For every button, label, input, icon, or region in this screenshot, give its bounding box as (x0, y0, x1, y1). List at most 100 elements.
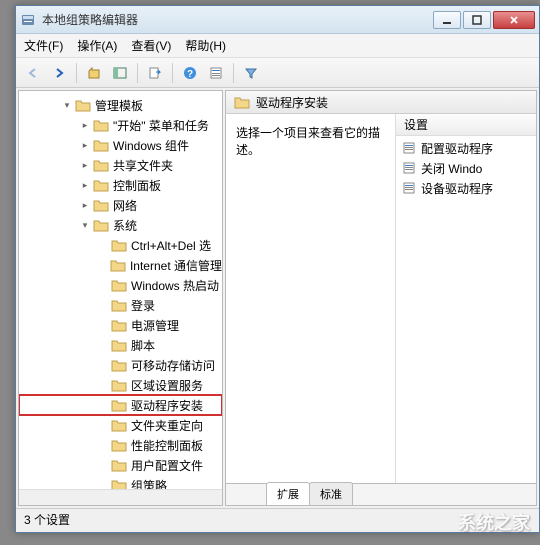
tree-node[interactable]: 登录 (19, 295, 222, 315)
tree-node[interactable]: Windows 热启动 (19, 275, 222, 295)
expand-icon[interactable] (97, 399, 109, 411)
tree-label: 登录 (131, 297, 155, 314)
help-button[interactable]: ? (179, 62, 201, 84)
setting-label: 关闭 Windo (421, 160, 482, 177)
tree-node[interactable]: Ctrl+Alt+Del 选 (19, 235, 222, 255)
collapse-icon[interactable]: ▾ (79, 219, 91, 231)
tree-node[interactable]: 脚本 (19, 335, 222, 355)
up-button[interactable] (83, 62, 105, 84)
tree-label: 管理模板 (95, 97, 143, 114)
status-text: 3 个设置 (24, 511, 70, 528)
expand-icon[interactable] (97, 379, 109, 391)
menubar: 文件(F) 操作(A) 查看(V) 帮助(H) (16, 34, 539, 58)
tree-node-root[interactable]: ▾ 管理模板 (19, 95, 222, 115)
tab-extended[interactable]: 扩展 (266, 482, 310, 505)
tree-label: 可移动存储访问 (131, 357, 215, 374)
menu-action[interactable]: 操作(A) (77, 37, 117, 54)
titlebar[interactable]: 本地组策略编辑器 (16, 6, 539, 34)
folder-icon (111, 458, 127, 472)
toolbar: ? (16, 58, 539, 88)
tree-node[interactable]: 区域设置服务 (19, 375, 222, 395)
folder-icon (75, 98, 91, 112)
tree-label: 系统 (113, 217, 137, 234)
tree-label: 电源管理 (131, 317, 179, 334)
window-title: 本地组策略编辑器 (42, 11, 433, 28)
tree-panel[interactable]: ▾ 管理模板 ▸ "开始" 菜单和任务 ▸ Windows 组件 ▸ 共享文件夹 ▸ 控制面板… (18, 90, 223, 506)
horizontal-scrollbar[interactable] (19, 489, 222, 505)
setting-icon (402, 141, 416, 155)
expand-icon[interactable]: ▸ (79, 119, 91, 131)
expand-icon[interactable] (97, 319, 109, 331)
folder-icon (111, 338, 127, 352)
list-item[interactable]: 关闭 Windo (396, 158, 536, 178)
expand-icon[interactable] (97, 459, 109, 471)
show-hide-tree-button[interactable] (109, 62, 131, 84)
properties-button[interactable] (205, 62, 227, 84)
folder-icon (111, 238, 127, 252)
expand-icon[interactable]: ▸ (79, 199, 91, 211)
close-button[interactable] (493, 11, 535, 29)
statusbar: 3 个设置 (16, 508, 539, 530)
menu-help[interactable]: 帮助(H) (185, 37, 226, 54)
expand-icon[interactable] (97, 259, 108, 271)
tree-label: 共享文件夹 (113, 157, 173, 174)
list-item[interactable]: 设备驱动程序 (396, 178, 536, 198)
expand-icon[interactable] (97, 239, 109, 251)
tree-label: 控制面板 (113, 177, 161, 194)
expand-icon[interactable] (97, 339, 109, 351)
window-buttons (433, 11, 535, 29)
menu-file[interactable]: 文件(F) (24, 37, 63, 54)
minimize-button[interactable] (433, 11, 461, 29)
back-button[interactable] (22, 62, 44, 84)
tree-node[interactable]: 驱动程序安装 (19, 395, 222, 415)
tree-label: Internet 通信管理 (130, 257, 222, 274)
expand-icon[interactable]: ▸ (79, 139, 91, 151)
tree: ▾ 管理模板 ▸ "开始" 菜单和任务 ▸ Windows 组件 ▸ 共享文件夹 ▸ 控制面板… (19, 91, 222, 499)
tree-label: "开始" 菜单和任务 (113, 117, 209, 134)
folder-icon (93, 138, 109, 152)
tree-node[interactable]: ▸ "开始" 菜单和任务 (19, 115, 222, 135)
tree-label: 脚本 (131, 337, 155, 354)
tab-standard[interactable]: 标准 (309, 482, 353, 505)
expand-icon[interactable]: ▸ (79, 159, 91, 171)
settings-column-header[interactable]: 设置 (396, 114, 536, 136)
tree-node[interactable]: ▸ 网络 (19, 195, 222, 215)
expand-icon[interactable]: ▸ (79, 179, 91, 191)
description-column: 选择一个项目来查看它的描述。 (226, 114, 396, 483)
tree-node[interactable]: ▸ 共享文件夹 (19, 155, 222, 175)
folder-icon (111, 298, 127, 312)
tree-node[interactable]: ▸ Windows 组件 (19, 135, 222, 155)
expand-icon[interactable] (97, 359, 109, 371)
description-text: 选择一个项目来查看它的描述。 (236, 126, 380, 157)
tree-node[interactable]: ▾ 系统 (19, 215, 222, 235)
tree-label: 文件夹重定向 (131, 417, 203, 434)
settings-list: 配置驱动程序关闭 Windo设备驱动程序 (396, 136, 536, 200)
export-button[interactable] (144, 62, 166, 84)
tree-node[interactable]: 文件夹重定向 (19, 415, 222, 435)
expand-icon[interactable] (97, 439, 109, 451)
maximize-button[interactable] (463, 11, 491, 29)
expand-icon[interactable] (97, 419, 109, 431)
tree-label: Windows 组件 (113, 137, 189, 154)
tree-node[interactable]: 性能控制面板 (19, 435, 222, 455)
tree-node[interactable]: 用户配置文件 (19, 455, 222, 475)
forward-button[interactable] (48, 62, 70, 84)
svg-text:?: ? (187, 69, 193, 80)
expand-icon[interactable] (97, 299, 109, 311)
expand-icon[interactable] (97, 279, 109, 291)
tree-node[interactable]: 可移动存储访问 (19, 355, 222, 375)
right-header-title: 驱动程序安装 (256, 94, 328, 111)
list-item[interactable]: 配置驱动程序 (396, 138, 536, 158)
tree-node[interactable]: Internet 通信管理 (19, 255, 222, 275)
folder-icon (111, 418, 127, 432)
setting-icon (402, 161, 416, 175)
collapse-icon[interactable]: ▾ (61, 99, 73, 111)
filter-button[interactable] (240, 62, 262, 84)
right-panel: 驱动程序安装 选择一个项目来查看它的描述。 设置 配置驱动程序关闭 Windo设… (225, 90, 537, 506)
tree-label: 网络 (113, 197, 137, 214)
menu-view[interactable]: 查看(V) (131, 37, 171, 54)
toolbar-separator (137, 63, 138, 83)
folder-icon (93, 158, 109, 172)
tree-node[interactable]: 电源管理 (19, 315, 222, 335)
tree-node[interactable]: ▸ 控制面板 (19, 175, 222, 195)
